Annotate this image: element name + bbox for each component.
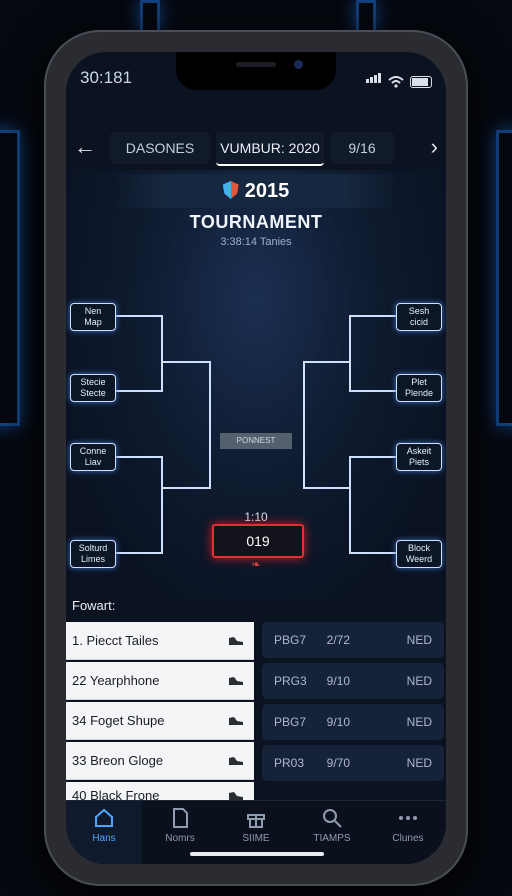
status-time: 30:181 [80, 68, 132, 87]
stat-code: PBG7 [274, 633, 307, 647]
notch [176, 52, 336, 90]
stat-row[interactable]: PBG7 2/72 NED [262, 622, 444, 658]
tab-label: Hans [92, 833, 116, 844]
tab-label: TIAMPS [313, 833, 351, 844]
tab-hans[interactable]: Hans [66, 801, 142, 864]
stat-value: 2/72 [326, 633, 351, 647]
nav-tab-date[interactable]: 9/16 [330, 132, 394, 164]
tab-label: Clunes [392, 833, 424, 844]
list-item[interactable]: 33 Breon Gloge [66, 742, 254, 780]
home-icon [95, 808, 113, 827]
phone-frame: 30:181 ← DASONES VUMBUR: 2020 9/16 › 201… [44, 30, 468, 886]
stat-row[interactable]: PRG3 9/10 NED [262, 663, 444, 699]
stat-row[interactable]: PBG7 9/10 NED [262, 704, 444, 740]
tab-clunes[interactable]: Clunes [370, 801, 446, 864]
team-right-3[interactable]: Askeit Piets [396, 443, 442, 471]
nav-tab-vumbur[interactable]: VUMBUR: 2020 [216, 132, 324, 166]
team-left-4[interactable]: Solturd Limes [70, 540, 116, 568]
nav-tab-dasones[interactable]: DASONES [110, 132, 210, 164]
stat-value: 9/70 [326, 756, 351, 770]
stat-code: PR03 [274, 756, 305, 770]
format-label: Fowart: [72, 598, 116, 613]
stat-status: NED [406, 633, 433, 647]
match-clock: 1:10 [244, 510, 268, 524]
shoe-icon [229, 676, 243, 685]
stat-row[interactable]: PR03 9/70 NED [262, 745, 444, 781]
top-nav: ← DASONES VUMBUR: 2020 9/16 › [66, 132, 446, 168]
phone-screen: 30:181 ← DASONES VUMBUR: 2020 9/16 › 201… [66, 52, 446, 864]
shoe-icon [229, 716, 243, 725]
back-arrow-icon[interactable]: ← [74, 134, 96, 160]
status-icons [366, 70, 432, 88]
list-item-text: 22 Yearphhone [72, 673, 160, 688]
team-right-1[interactable]: Sesh cicid [396, 303, 442, 331]
tab-label: SIIME [242, 833, 270, 844]
list-item-text: 1. Piecct Tailes [72, 633, 159, 648]
tab-label: Nomrs [165, 833, 195, 844]
more-icon [399, 816, 417, 820]
list-item[interactable]: 1. Piecct Tailes [66, 622, 254, 660]
shoe-icon [229, 636, 243, 645]
signal-icon [366, 70, 382, 88]
list-item-text: 34 Foget Shupe [72, 713, 165, 728]
gift-icon [247, 814, 265, 828]
stat-code: PRG3 [274, 674, 307, 688]
team-right-2[interactable]: Plet Plende [396, 374, 442, 402]
stat-value: 9/10 [326, 715, 351, 729]
trophy-icon: ❧ [251, 559, 261, 571]
list-item[interactable]: 34 Foget Shupe [66, 702, 254, 740]
search-icon [323, 809, 342, 828]
forward-arrow-icon[interactable]: › [431, 134, 438, 160]
stat-code: PBG7 [274, 715, 307, 729]
final-label: PONNEST [220, 433, 292, 449]
shoe-icon [229, 756, 243, 765]
list-item-text: 33 Breon Gloge [72, 753, 164, 768]
background-glow-right [496, 130, 512, 426]
background-glow-left [0, 130, 20, 426]
team-right-4[interactable]: Block Weerd [396, 540, 442, 568]
battery-icon [410, 76, 432, 88]
team-left-1[interactable]: Nen Map [70, 303, 116, 331]
team-left-3[interactable]: Conne Liav [70, 443, 116, 471]
list-item[interactable]: 22 Yearphhone [66, 662, 254, 700]
document-icon [173, 808, 188, 828]
stat-status: NED [406, 756, 433, 770]
stat-value: 9/10 [326, 674, 351, 688]
tournament-hero: 2015 TOURNAMENT 3:38:14 Tanies Nen Map S… [66, 170, 446, 613]
stat-status: NED [406, 674, 433, 688]
stat-status: NED [406, 715, 433, 729]
team-left-2[interactable]: Stecie Stecte [70, 374, 116, 402]
home-indicator[interactable] [190, 852, 324, 856]
wifi-icon [388, 76, 404, 88]
final-score-box[interactable]: 019 [212, 524, 304, 558]
